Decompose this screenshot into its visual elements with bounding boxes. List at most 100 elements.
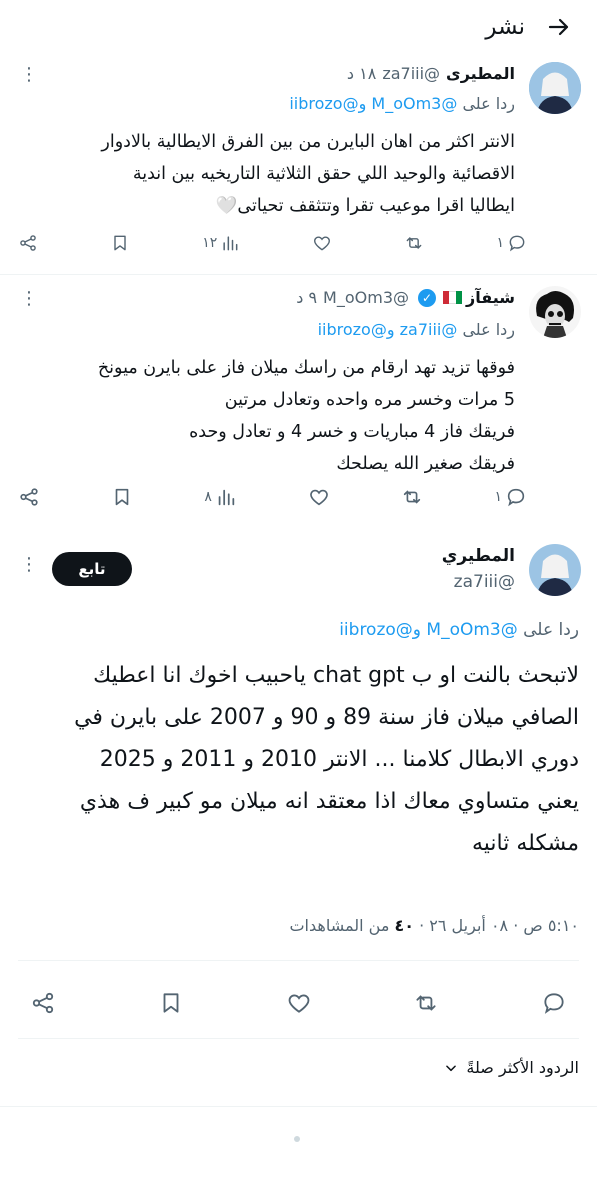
- avatar[interactable]: [529, 62, 581, 114]
- reply-mentions[interactable]: @za7iii و@iibrozo: [318, 320, 458, 339]
- tweet-text: الانتر اكثر من اهان البايرن من بين الفرق…: [18, 126, 515, 222]
- main-reply-context: ردا على @M_oOm3 و@iibrozo: [339, 620, 579, 640]
- text-line: الانتر اكثر من اهان البايرن من بين الفرق…: [101, 132, 515, 152]
- reply-tweet-2[interactable]: شيفآز ✓ @M_oOm3 ٩ د ⋮ ردا على @za7iii و@…: [0, 276, 597, 526]
- follow-button[interactable]: تابع: [52, 552, 132, 586]
- reply-mentions[interactable]: @M_oOm3 و@iibrozo: [339, 620, 518, 640]
- main-avatar[interactable]: [529, 544, 581, 596]
- bookmark-button[interactable]: [111, 486, 133, 508]
- tweet-text: فوقها تزيد تهد ارقام من راسك ميلان فاز ع…: [18, 352, 515, 480]
- reply-icon: [509, 235, 525, 252]
- bookmark-button[interactable]: [158, 990, 184, 1020]
- text-line: فريقك فاز 4 مباريات و خسر 4 و تعادل وحده: [189, 422, 515, 442]
- reply-button[interactable]: [541, 990, 567, 1020]
- repost-button[interactable]: [404, 233, 424, 253]
- text-line: الاقصائية والوحيد اللي حقق الثلاثية التا…: [132, 164, 515, 184]
- divider: [0, 274, 597, 275]
- repost-icon: [407, 236, 422, 250]
- top-bar: نشر: [0, 0, 597, 54]
- post-date: ٠٨ أبريل ٢٦: [429, 916, 509, 935]
- text-line: لاتبحث بالنت او ب chat gpt ياحبيب اخوك ا…: [93, 663, 579, 688]
- page-title: نشر: [485, 14, 525, 40]
- heart-icon: [314, 236, 331, 251]
- main-author-name[interactable]: المطيري: [442, 546, 515, 566]
- repost-icon: [404, 490, 421, 504]
- share-button[interactable]: [18, 486, 40, 508]
- text-line: دوري الابطال كلامنا ... الانتر 2010 و 20…: [99, 747, 579, 772]
- text-line: 5 مرات وخسر مره واحده وتعادل مرتين: [224, 390, 515, 410]
- replies-sort-dropdown[interactable]: الردود الأكثر صلةً: [444, 1058, 579, 1077]
- bookmark-icon: [114, 235, 126, 251]
- like-button[interactable]: [312, 233, 332, 253]
- views-chart-icon: [218, 489, 235, 506]
- main-tweet-text: لاتبحث بالنت او ب chat gpt ياحبيب اخوك ا…: [18, 655, 579, 865]
- reply-button[interactable]: ١: [496, 233, 527, 253]
- more-icon[interactable]: ⋮: [20, 554, 38, 575]
- post-time: ٥:١٠ ص: [523, 916, 579, 935]
- reply-mentions[interactable]: @M_oOm3 و@iibrozo: [289, 94, 457, 113]
- divider: [0, 1106, 597, 1107]
- main-tweet-actions: [30, 988, 567, 1022]
- divider: [18, 1038, 579, 1039]
- reply-tweet-1[interactable]: المطيرى @za7iii ١٨ د ⋮ ردا على @M_oOm3 و…: [0, 54, 597, 270]
- views-button[interactable]: ١٢: [202, 233, 240, 253]
- reply-button[interactable]: ١: [494, 486, 527, 508]
- tweet-actions: ١ ٨: [18, 482, 527, 512]
- author-name[interactable]: شيفآز: [466, 288, 515, 307]
- tweet-header: المطيرى @za7iii ١٨ د: [20, 64, 515, 83]
- reply-prefix: ردا على: [523, 620, 579, 640]
- views-count: ١٢: [202, 235, 218, 251]
- tweet-time[interactable]: ١٨ د: [347, 64, 376, 83]
- views-count: ٤٠: [394, 916, 415, 935]
- text-line: مشكله ثانيه: [471, 831, 579, 856]
- reply-icon: [544, 993, 564, 1014]
- more-icon[interactable]: ⋮: [20, 288, 38, 309]
- text-line: ايطاليا اقرا موعيب تقرا وتتثقف تحياتى🤍: [215, 196, 515, 216]
- like-button[interactable]: [286, 990, 312, 1020]
- verified-badge-icon: ✓: [418, 288, 436, 307]
- loading-indicator: [294, 1136, 300, 1142]
- tweet-header: شيفآز ✓ @M_oOm3 ٩ د: [20, 288, 515, 307]
- repost-button[interactable]: [401, 486, 423, 508]
- more-icon[interactable]: ⋮: [20, 64, 38, 85]
- author-handle[interactable]: @M_oOm3: [323, 288, 409, 307]
- share-icon: [20, 235, 36, 251]
- divider: [18, 960, 579, 961]
- views-chart-icon: [223, 236, 238, 251]
- bookmark-icon: [163, 993, 179, 1013]
- main-author-handle[interactable]: @za7iii: [454, 572, 515, 592]
- share-button[interactable]: [30, 990, 56, 1020]
- bookmark-button[interactable]: [110, 233, 130, 253]
- reply-count: ١: [496, 235, 504, 251]
- chevron-down-icon: [446, 1064, 457, 1071]
- tweet-time[interactable]: ٩ د: [296, 288, 317, 307]
- share-icon: [32, 992, 54, 1014]
- share-icon: [20, 488, 38, 506]
- tweet-actions: ١ ١٢: [18, 228, 527, 258]
- views-count: ٨: [204, 489, 212, 505]
- reply-prefix: ردا على: [462, 94, 515, 113]
- heart-icon: [310, 489, 328, 506]
- views-label: من المشاهدات: [289, 916, 390, 935]
- author-name[interactable]: المطيرى: [446, 64, 515, 83]
- text-line: الصافي ميلان فاز سنة 89 و 90 و 2007 على …: [74, 705, 579, 730]
- heart-icon: [288, 994, 309, 1013]
- text-line: فريقك صغير الله يصلحك: [336, 454, 515, 474]
- like-button[interactable]: [308, 486, 330, 508]
- share-button[interactable]: [18, 233, 38, 253]
- main-timestamp[interactable]: ٥:١٠ ص · ٠٨ أبريل ٢٦ · ٤٠ من المشاهدات: [289, 916, 579, 935]
- back-button[interactable]: [539, 7, 579, 47]
- views-button[interactable]: ٨: [204, 486, 237, 508]
- reply-prefix: ردا على: [462, 320, 515, 339]
- repost-button[interactable]: [413, 990, 439, 1020]
- arrow-right-icon: [548, 18, 569, 36]
- author-handle[interactable]: @za7iii: [382, 64, 440, 83]
- bookmark-icon: [115, 488, 129, 506]
- reply-icon: [507, 488, 525, 507]
- italy-flag-icon: [443, 291, 462, 304]
- reply-context: ردا على @za7iii و@iibrozo: [318, 320, 515, 339]
- text-line: فوقها تزيد تهد ارقام من راسك ميلان فاز ع…: [97, 358, 515, 378]
- reply-count: ١: [494, 489, 502, 505]
- avatar[interactable]: [529, 286, 581, 338]
- sort-label: الردود الأكثر صلةً: [466, 1058, 579, 1077]
